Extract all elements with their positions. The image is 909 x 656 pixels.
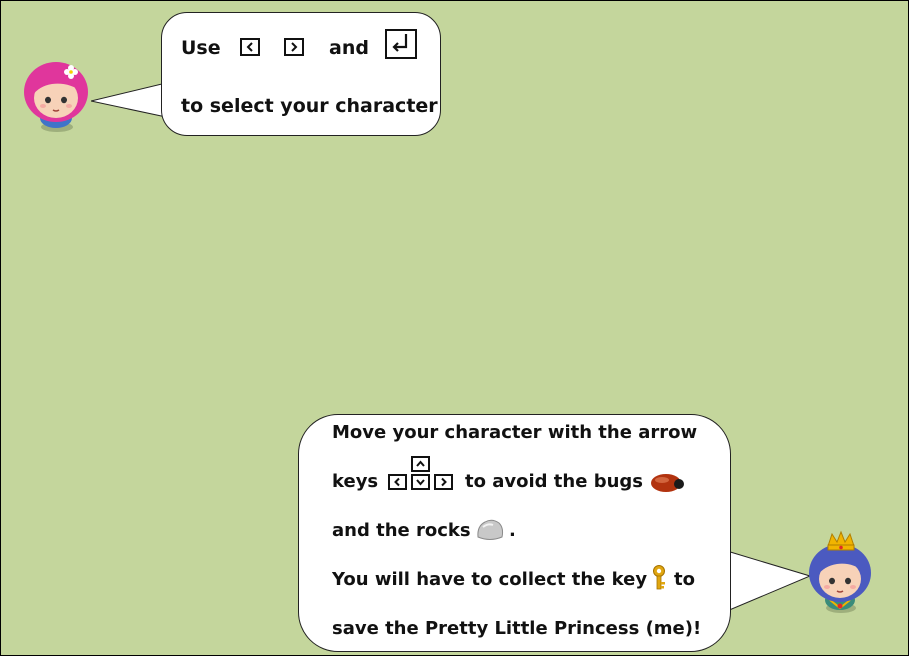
princess-avatar: [804, 528, 878, 614]
instructions-speech-bubble: Move your character with the arrow keys …: [298, 414, 731, 652]
girl-avatar: [19, 56, 95, 134]
rock-icon: [475, 517, 505, 543]
bug-icon: [649, 472, 685, 494]
instructions-rocks-text: and the rocks: [332, 520, 471, 541]
right-arrow-key-icon: [434, 474, 453, 490]
intro-use-text: Use: [181, 37, 221, 59]
key-icon: [651, 564, 667, 592]
down-arrow-key-icon: [411, 474, 430, 490]
instructions-period: .: [509, 520, 516, 541]
intro-bubble-tail: [91, 82, 167, 118]
instructions-to-text: to: [674, 569, 695, 590]
intro-speech-bubble: Use and to select your character: [161, 12, 441, 136]
intro-and-text: and: [329, 37, 369, 59]
instructions-line-1: Move your character with the arrow: [332, 422, 698, 443]
intro-select-text: to select your character: [181, 95, 438, 117]
up-arrow-key-icon: [411, 456, 430, 472]
game-screen: Use and to select your character Move yo…: [0, 0, 909, 656]
instructions-bubble-tail: [726, 550, 812, 612]
instructions-keys-word: keys: [332, 471, 379, 492]
instructions-avoid-bugs: to avoid the bugs: [465, 471, 643, 492]
enter-key-icon: [385, 29, 417, 59]
left-arrow-key-icon: [388, 474, 407, 490]
left-arrow-key-icon: [240, 38, 260, 56]
instructions-collect-text: You will have to collect the key: [332, 569, 648, 590]
instructions-save-text: save the Pretty Little Princess (me)!: [332, 618, 702, 639]
right-arrow-key-icon: [284, 38, 304, 56]
